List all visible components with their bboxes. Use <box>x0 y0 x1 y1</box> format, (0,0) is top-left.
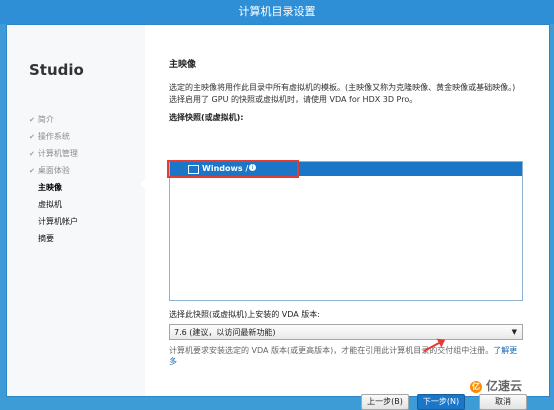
page-title: 主映像 <box>169 60 197 70</box>
watermark: 亿亿速云 <box>470 377 522 394</box>
step-computer-accounts: 计算机帐户 <box>38 217 78 226</box>
vda-version-value: 7.6 (建议，以访问最新功能) <box>174 328 276 337</box>
step-master-image: 主映像 <box>38 183 62 192</box>
product-name: Studio <box>29 61 84 79</box>
cancel-button[interactable]: 取消 <box>479 394 527 410</box>
vda-label: 选择此快照(或虚拟机)上安装的 VDA 版本: <box>169 310 320 319</box>
window-title: 计算机目录设置 <box>0 0 554 24</box>
step-summary: 摘要 <box>38 234 54 243</box>
sidebar: Studio 简介 操作系统 计算机管理 桌面体验 主映像 虚拟机 计算机帐户 … <box>7 25 145 396</box>
dialog: Studio 简介 操作系统 计算机管理 桌面体验 主映像 虚拟机 计算机帐户 … <box>6 24 550 410</box>
snapshot-label: 选择快照(或虚拟机): <box>169 113 244 122</box>
vda-note: 计算机要求安装选定的 VDA 版本(或更高版本)，才能在引用此计算机目录的交付组… <box>169 345 521 367</box>
snapshot-tree[interactable]: Windows / i <box>167 160 523 301</box>
back-button[interactable]: 上一步(B) <box>361 394 409 410</box>
wizard-steps: 简介 操作系统 计算机管理 桌面体验 主映像 虚拟机 计算机帐户 摘要 <box>29 111 78 247</box>
step-virtual-machines: 虚拟机 <box>38 200 62 209</box>
watermark-logo-icon: 亿 <box>470 380 482 393</box>
description-2: 选择启用了 GPU 的快照或虚拟机时，请使用 VDA for HDX 3D Pr… <box>169 95 418 104</box>
chevron-down-icon: ▼ <box>511 328 517 336</box>
vda-version-select[interactable]: 7.6 (建议，以访问最新功能) ▼ <box>169 324 523 340</box>
main-content: 主映像 选定的主映像将用作此目录中所有虚拟机的模板。(主映像又称为克隆映像、黄金… <box>167 57 531 410</box>
step-os: 操作系统 <box>29 128 78 145</box>
current-step-pointer <box>140 178 146 190</box>
step-intro: 简介 <box>29 111 78 128</box>
description-1: 选定的主映像将用作此目录中所有虚拟机的模板。(主映像又称为克隆映像、黄金映像或基… <box>169 83 516 92</box>
watermark-text: 亿速云 <box>486 379 523 393</box>
step-machine-management: 计算机管理 <box>29 145 78 162</box>
next-button[interactable]: 下一步(N) <box>417 394 465 410</box>
snapshot-row-windows[interactable]: Windows / i <box>167 160 522 178</box>
vda-note-text: 计算机要求安装选定的 VDA 版本(或更高版本)，才能在引用此计算机目录的交付组… <box>169 346 494 355</box>
annotation-box <box>167 160 299 178</box>
step-desktop-experience: 桌面体验 <box>29 162 78 179</box>
